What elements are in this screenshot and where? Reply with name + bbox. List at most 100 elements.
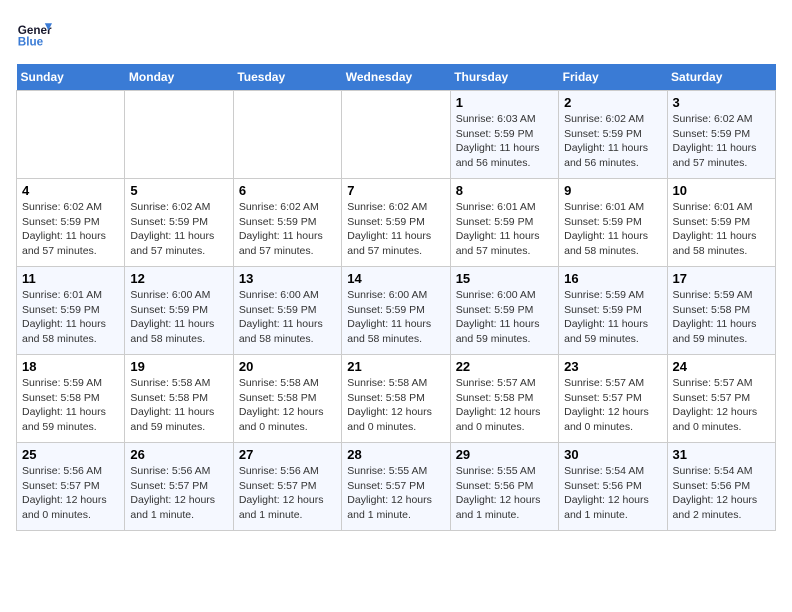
calendar-cell: 15 Sunrise: 6:00 AM Sunset: 5:59 PM Dayli… bbox=[450, 267, 558, 355]
calendar-cell: 30 Sunrise: 5:54 AM Sunset: 5:56 PM Dayli… bbox=[559, 443, 667, 531]
day-info: Sunrise: 6:00 AM Sunset: 5:59 PM Dayligh… bbox=[239, 288, 336, 347]
day-number: 24 bbox=[673, 359, 770, 374]
day-info: Sunrise: 5:55 AM Sunset: 5:56 PM Dayligh… bbox=[456, 464, 553, 523]
calendar-cell: 4Sunrise: 6:02 AM Sunset: 5:59 PM Daylig… bbox=[17, 179, 125, 267]
calendar-cell: 22Sunrise: 5:57 AM Sunset: 5:58 PM Dayli… bbox=[450, 355, 558, 443]
day-number: 28 bbox=[347, 447, 444, 462]
day-number: 1 bbox=[456, 95, 553, 110]
day-number: 5 bbox=[130, 183, 227, 198]
calendar-cell: 8 Sunrise: 6:01 AM Sunset: 5:59 PM Daylig… bbox=[450, 179, 558, 267]
calendar-cell: 3 Sunrise: 6:02 AM Sunset: 5:59 PM Daylig… bbox=[667, 91, 775, 179]
day-info: Sunrise: 6:00 AM Sunset: 5:59 PM Dayligh… bbox=[347, 288, 444, 347]
calendar-week-row: 4 Sunrise: 6:02 AM Sunset: 5:59 PM Daylig… bbox=[17, 179, 776, 267]
day-header-thursday: Thursday bbox=[450, 64, 558, 91]
day-info: Sunrise: 6:02 AM Sunset: 5:59 PM Dayligh… bbox=[130, 200, 227, 259]
calendar-cell: 27 Sunrise: 5:56 AM Sunset: 5:57 PM Dayli… bbox=[233, 443, 341, 531]
svg-text:Blue: Blue bbox=[18, 36, 44, 49]
day-info: Sunrise: 5:56 AM Sunset: 5:57 PM Dayligh… bbox=[22, 464, 119, 523]
day-header-friday: Friday bbox=[559, 64, 667, 91]
day-number: 7 bbox=[347, 183, 444, 198]
calendar-cell: 17 Sunrise: 5:59 AM Sunset: 5:58 PM Dayli… bbox=[667, 267, 775, 355]
day-info: Sunrise: 5:58 AM Sunset: 5:58 PM Dayligh… bbox=[347, 376, 444, 435]
day-info: Sunrise: 6:01 AM Sunset: 5:59 PM Dayligh… bbox=[673, 200, 770, 259]
day-number: 13 bbox=[239, 271, 336, 286]
day-info: Sunrise: 5:57 AM Sunset: 5:58 PM Dayligh… bbox=[456, 376, 553, 435]
day-number: 17 bbox=[673, 271, 770, 286]
day-number: 12 bbox=[130, 271, 227, 286]
day-info: Sunrise: 5:58 AM Sunset: 5:58 PM Dayligh… bbox=[130, 376, 227, 435]
logo: General Blue bbox=[16, 16, 58, 52]
calendar-cell: 18 Sunrise: 5:59 AM Sunset: 5:58 PM Dayli… bbox=[17, 355, 125, 443]
day-number: 19 bbox=[130, 359, 227, 374]
day-info: Sunrise: 6:02 AM Sunset: 5:59 PM Dayligh… bbox=[239, 200, 336, 259]
day-number: 14 bbox=[347, 271, 444, 286]
day-number: 4 bbox=[22, 183, 119, 198]
calendar-cell: 11Sunrise: 6:01 AM Sunset: 5:59 PM Dayli… bbox=[17, 267, 125, 355]
day-number: 16 bbox=[564, 271, 661, 286]
day-number: 15 bbox=[456, 271, 553, 286]
calendar-cell: 2Sunrise: 6:02 AM Sunset: 5:59 PM Daylig… bbox=[559, 91, 667, 179]
calendar-cell: 23 Sunrise: 5:57 AM Sunset: 5:57 PM Dayli… bbox=[559, 355, 667, 443]
calendar-cell: 6Sunrise: 6:02 AM Sunset: 5:59 PM Daylig… bbox=[233, 179, 341, 267]
calendar-cell: 29Sunrise: 5:55 AM Sunset: 5:56 PM Dayli… bbox=[450, 443, 558, 531]
day-info: Sunrise: 6:03 AM Sunset: 5:59 PM Dayligh… bbox=[456, 112, 553, 171]
calendar-cell: 16Sunrise: 5:59 AM Sunset: 5:59 PM Dayli… bbox=[559, 267, 667, 355]
calendar-cell: 9 Sunrise: 6:01 AM Sunset: 5:59 PM Daylig… bbox=[559, 179, 667, 267]
calendar-week-row: 18 Sunrise: 5:59 AM Sunset: 5:58 PM Dayli… bbox=[17, 355, 776, 443]
day-info: Sunrise: 5:54 AM Sunset: 5:56 PM Dayligh… bbox=[673, 464, 770, 523]
day-info: Sunrise: 6:01 AM Sunset: 5:59 PM Dayligh… bbox=[22, 288, 119, 347]
day-header-sunday: Sunday bbox=[17, 64, 125, 91]
day-header-tuesday: Tuesday bbox=[233, 64, 341, 91]
day-info: Sunrise: 5:56 AM Sunset: 5:57 PM Dayligh… bbox=[239, 464, 336, 523]
calendar-cell: 10 Sunrise: 6:01 AM Sunset: 5:59 PM Dayli… bbox=[667, 179, 775, 267]
day-number: 3 bbox=[673, 95, 770, 110]
calendar-week-row: 1 Sunrise: 6:03 AM Sunset: 5:59 PM Daylig… bbox=[17, 91, 776, 179]
calendar-week-row: 11Sunrise: 6:01 AM Sunset: 5:59 PM Dayli… bbox=[17, 267, 776, 355]
day-header-monday: Monday bbox=[125, 64, 233, 91]
day-number: 26 bbox=[130, 447, 227, 462]
day-info: Sunrise: 5:54 AM Sunset: 5:56 PM Dayligh… bbox=[564, 464, 661, 523]
day-info: Sunrise: 5:59 AM Sunset: 5:58 PM Dayligh… bbox=[673, 288, 770, 347]
calendar-cell: 7 Sunrise: 6:02 AM Sunset: 5:59 PM Daylig… bbox=[342, 179, 450, 267]
calendar-cell: 25 Sunrise: 5:56 AM Sunset: 5:57 PM Dayli… bbox=[17, 443, 125, 531]
day-number: 21 bbox=[347, 359, 444, 374]
calendar-cell: 31 Sunrise: 5:54 AM Sunset: 5:56 PM Dayli… bbox=[667, 443, 775, 531]
calendar-cell bbox=[17, 91, 125, 179]
calendar-week-row: 25 Sunrise: 5:56 AM Sunset: 5:57 PM Dayli… bbox=[17, 443, 776, 531]
calendar-cell: 14 Sunrise: 6:00 AM Sunset: 5:59 PM Dayli… bbox=[342, 267, 450, 355]
calendar-cell: 5 Sunrise: 6:02 AM Sunset: 5:59 PM Daylig… bbox=[125, 179, 233, 267]
day-number: 20 bbox=[239, 359, 336, 374]
day-info: Sunrise: 5:57 AM Sunset: 5:57 PM Dayligh… bbox=[564, 376, 661, 435]
day-number: 10 bbox=[673, 183, 770, 198]
day-info: Sunrise: 6:02 AM Sunset: 5:59 PM Dayligh… bbox=[564, 112, 661, 171]
day-number: 27 bbox=[239, 447, 336, 462]
day-info: Sunrise: 6:00 AM Sunset: 5:59 PM Dayligh… bbox=[130, 288, 227, 347]
calendar-cell: 28Sunrise: 5:55 AM Sunset: 5:57 PM Dayli… bbox=[342, 443, 450, 531]
day-number: 31 bbox=[673, 447, 770, 462]
day-number: 23 bbox=[564, 359, 661, 374]
day-info: Sunrise: 5:58 AM Sunset: 5:58 PM Dayligh… bbox=[239, 376, 336, 435]
calendar-cell bbox=[125, 91, 233, 179]
calendar-cell: 20 Sunrise: 5:58 AM Sunset: 5:58 PM Dayli… bbox=[233, 355, 341, 443]
day-info: Sunrise: 6:00 AM Sunset: 5:59 PM Dayligh… bbox=[456, 288, 553, 347]
day-info: Sunrise: 5:57 AM Sunset: 5:57 PM Dayligh… bbox=[673, 376, 770, 435]
day-number: 8 bbox=[456, 183, 553, 198]
calendar-header-row: SundayMondayTuesdayWednesdayThursdayFrid… bbox=[17, 64, 776, 91]
day-number: 18 bbox=[22, 359, 119, 374]
day-info: Sunrise: 6:02 AM Sunset: 5:59 PM Dayligh… bbox=[347, 200, 444, 259]
day-info: Sunrise: 6:01 AM Sunset: 5:59 PM Dayligh… bbox=[564, 200, 661, 259]
calendar-table: SundayMondayTuesdayWednesdayThursdayFrid… bbox=[16, 64, 776, 531]
day-info: Sunrise: 5:59 AM Sunset: 5:58 PM Dayligh… bbox=[22, 376, 119, 435]
day-header-wednesday: Wednesday bbox=[342, 64, 450, 91]
calendar-cell: 1 Sunrise: 6:03 AM Sunset: 5:59 PM Daylig… bbox=[450, 91, 558, 179]
day-info: Sunrise: 6:01 AM Sunset: 5:59 PM Dayligh… bbox=[456, 200, 553, 259]
calendar-cell bbox=[233, 91, 341, 179]
day-number: 25 bbox=[22, 447, 119, 462]
calendar-cell: 21 Sunrise: 5:58 AM Sunset: 5:58 PM Dayli… bbox=[342, 355, 450, 443]
calendar-cell: 19 Sunrise: 5:58 AM Sunset: 5:58 PM Dayli… bbox=[125, 355, 233, 443]
day-number: 30 bbox=[564, 447, 661, 462]
day-number: 9 bbox=[564, 183, 661, 198]
day-info: Sunrise: 6:02 AM Sunset: 5:59 PM Dayligh… bbox=[673, 112, 770, 171]
day-info: Sunrise: 5:56 AM Sunset: 5:57 PM Dayligh… bbox=[130, 464, 227, 523]
logo-icon: General Blue bbox=[16, 16, 52, 52]
